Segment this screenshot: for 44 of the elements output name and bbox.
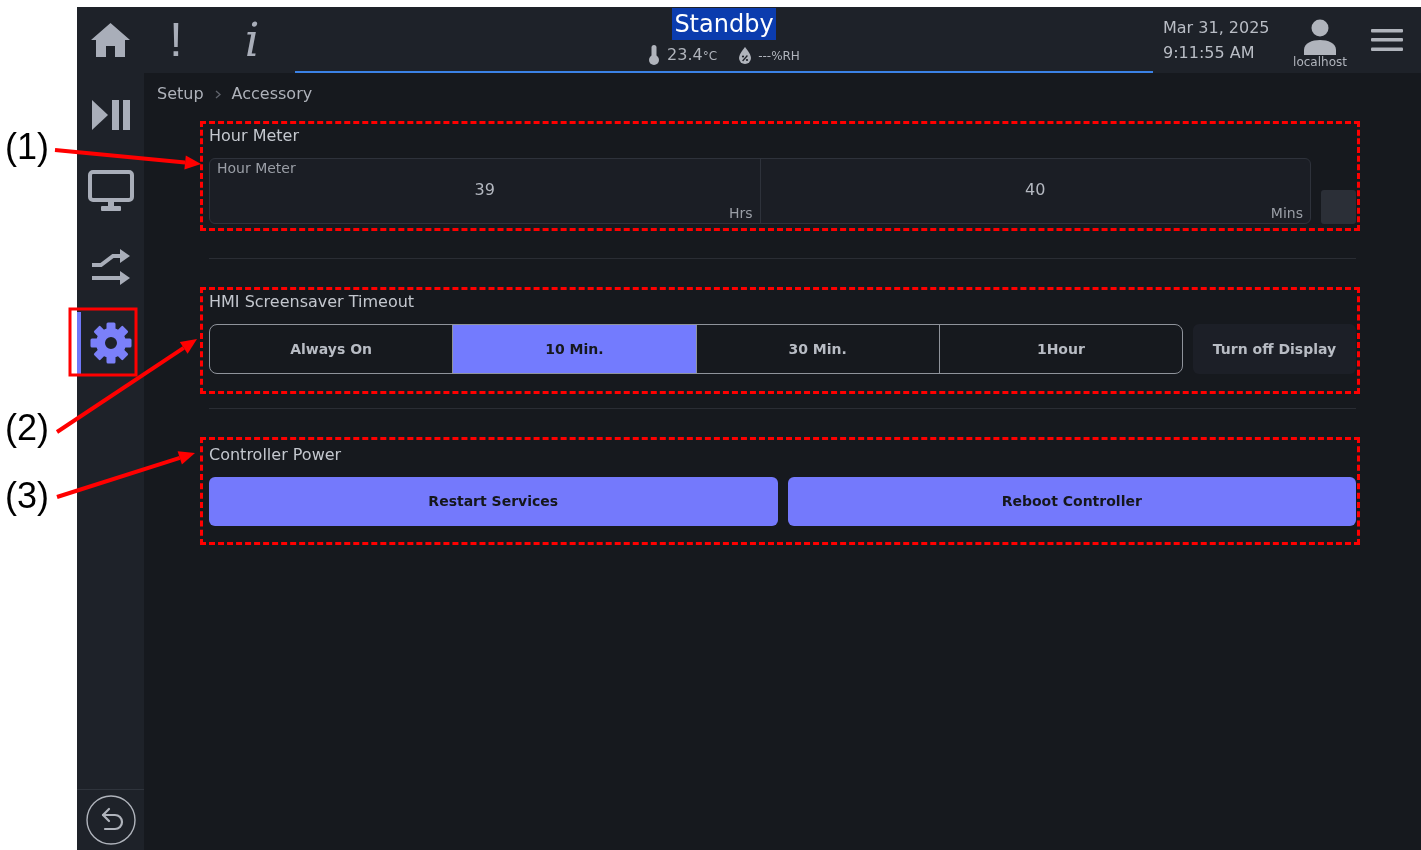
field-value: 39 [474, 179, 495, 201]
chevron-icon [214, 89, 221, 99]
date-text: Mar 31, 2025 [1163, 17, 1271, 39]
monitor-icon [87, 170, 134, 212]
temperature-unit: °C [702, 48, 718, 65]
unit-label: Mins [1270, 204, 1303, 222]
arrows-icon [90, 249, 131, 285]
user-name: localhost [1293, 55, 1347, 69]
temperature-value: 23.4 [667, 45, 703, 65]
annotation-label: (1) [5, 127, 49, 167]
play-pause-icon [91, 100, 130, 130]
annotation-label: (3) [5, 476, 49, 516]
section-title: Hour Meter [209, 125, 300, 147]
field-label: Hour Meter [216, 159, 296, 177]
controller-power-button[interactable]: Restart Services [209, 477, 778, 526]
settings-icon [89, 322, 132, 364]
timeout-option[interactable]: 30 Min. [695, 325, 939, 373]
status-label: Standby [672, 8, 776, 40]
time-text: 9:11:55 AM [1163, 42, 1256, 64]
back-icon [85, 795, 136, 845]
timeout-option[interactable]: 1Hour [938, 325, 1182, 373]
home-icon [89, 22, 131, 58]
humidity-icon [739, 46, 752, 64]
section-title: HMI Screensaver Timeout [209, 291, 416, 313]
alert-button[interactable]: ! [143, 7, 209, 73]
turn-off-display-button[interactable]: Turn off Display [1193, 324, 1356, 374]
breadcrumb-link[interactable]: Setup [157, 83, 204, 105]
unit-label: Hrs [728, 204, 753, 222]
info-button[interactable]: i [209, 7, 295, 73]
thermometer-icon [648, 45, 661, 65]
breadcrumb-current: Accessory [231, 83, 313, 105]
menu-icon [1370, 29, 1403, 51]
number-field[interactable]: Hour Meter 39 Hrs [210, 159, 760, 223]
humidity-value: --- [758, 48, 772, 65]
field-value: 40 [1025, 179, 1046, 201]
timeout-option[interactable]: Always On [210, 325, 453, 373]
humidity-unit: %RH [771, 48, 800, 65]
section-title: Controller Power [209, 444, 343, 466]
user-icon [1302, 19, 1338, 55]
number-field[interactable]: 40 Mins [759, 159, 1310, 223]
annotation-label: (2) [5, 408, 49, 448]
highlight-frame [68, 307, 138, 377]
controller-power-button[interactable]: Reboot Controller [787, 477, 1356, 526]
timeout-option[interactable]: 10 Min. [452, 325, 696, 373]
